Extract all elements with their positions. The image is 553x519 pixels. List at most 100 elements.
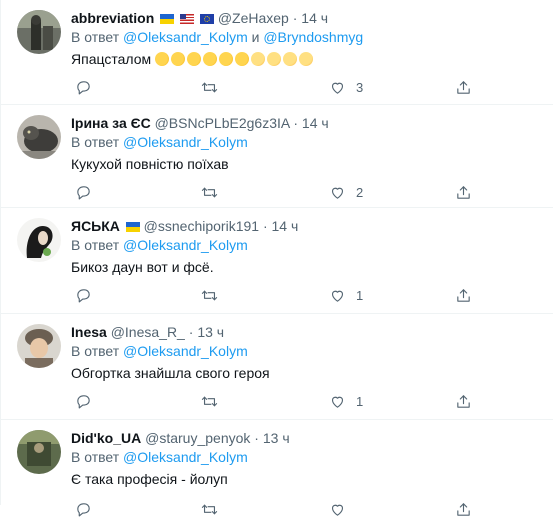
share-button[interactable]	[455, 391, 472, 411]
share-icon	[457, 288, 470, 302]
reply-prefix: В ответ	[71, 237, 120, 253]
like-count: 3	[356, 79, 364, 95]
heart-icon	[331, 290, 344, 302]
share-button[interactable]	[455, 182, 472, 202]
tweet-actions	[71, 493, 541, 516]
tweet[interactable]: abbreviation @ZeHaxep · 14 ч В ответ @Ol…	[1, 0, 553, 105]
avatar[interactable]	[17, 10, 61, 54]
replies-feed: abbreviation @ZeHaxep · 14 ч В ответ @Ol…	[0, 0, 553, 516]
user-handle[interactable]: @BSNcPLbE2g6z3IA	[155, 115, 290, 131]
user-handle[interactable]: @staruy_penyok	[145, 430, 250, 446]
reply-button[interactable]	[75, 182, 92, 202]
timestamp[interactable]: 14 ч	[301, 10, 328, 26]
user-handle[interactable]: @Inesa_R_	[111, 324, 185, 340]
tweet-actions: 3	[71, 73, 541, 107]
avatar[interactable]	[17, 218, 61, 262]
tweet-actions: 2	[71, 178, 541, 212]
reply-context: В ответ @Oleksandr_Kolym	[71, 342, 541, 360]
like-count: 1	[356, 393, 364, 409]
display-name[interactable]: ЯСЬКА	[71, 218, 120, 234]
avatar[interactable]	[17, 324, 61, 368]
grinning-sweat-emoji-icon	[267, 52, 282, 66]
grinning-sweat-emoji-icon	[251, 52, 266, 66]
timestamp[interactable]: 13 ч	[263, 430, 290, 446]
share-icon	[457, 80, 470, 94]
retweet-icon	[201, 396, 218, 406]
like-button[interactable]: 1	[329, 285, 363, 305]
avatar[interactable]	[17, 115, 61, 159]
reply-icon	[77, 502, 90, 516]
mention-link[interactable]: @Oleksandr_Kolym	[123, 449, 248, 465]
reply-prefix: В ответ	[71, 449, 120, 465]
share-button[interactable]	[455, 499, 472, 519]
reply-prefix: В ответ	[71, 343, 120, 359]
reply-icon	[77, 394, 90, 408]
ukraine-flag-icon	[125, 222, 140, 232]
reply-button[interactable]	[75, 391, 92, 411]
grinning-sweat-emoji-icon	[283, 52, 298, 66]
reply-button[interactable]	[75, 77, 92, 97]
retweet-button[interactable]	[201, 391, 228, 411]
user-handle[interactable]: @ZeHaxep	[218, 10, 289, 26]
usa-flag-icon	[180, 14, 195, 24]
like-button[interactable]	[329, 499, 356, 519]
rolling-laughing-emoji-icon	[152, 49, 172, 69]
heart-icon	[331, 504, 344, 516]
like-count: 2	[356, 184, 364, 200]
like-button[interactable]: 3	[329, 77, 363, 97]
reply-icon	[77, 80, 90, 94]
rolling-laughing-emoji-icon	[184, 49, 204, 69]
retweet-icon	[201, 82, 218, 92]
mention-link[interactable]: @Oleksandr_Kolym	[123, 134, 248, 150]
retweet-button[interactable]	[201, 499, 228, 519]
user-handle[interactable]: @ssnechiporik191	[144, 218, 259, 234]
tweet[interactable]: ЯСЬКА @ssnechiporik191 · 14 ч В ответ @O…	[1, 208, 553, 314]
separator-dot: ·	[293, 115, 299, 131]
share-button[interactable]	[455, 77, 472, 97]
display-name[interactable]: Inesa	[71, 324, 107, 340]
like-button[interactable]: 1	[329, 391, 363, 411]
retweet-icon	[201, 187, 218, 197]
retweet-button[interactable]	[201, 285, 228, 305]
rolling-laughing-emoji-icon	[200, 49, 220, 69]
reply-icon	[77, 185, 90, 199]
heart-icon	[331, 82, 344, 94]
separator-dot: ·	[254, 430, 259, 446]
eu-flag-icon	[199, 14, 214, 24]
reply-button[interactable]	[75, 285, 92, 305]
retweet-button[interactable]	[201, 182, 228, 202]
ukraine-flag-icon	[160, 14, 175, 24]
share-icon	[457, 185, 470, 199]
reply-context: В ответ @Oleksandr_Kolym	[71, 448, 541, 466]
tweet[interactable]: Ірина за ЄС @BSNcPLbE2g6z3IA · 14 ч В от…	[1, 105, 553, 208]
reply-button[interactable]	[75, 499, 92, 519]
mention-link[interactable]: @Oleksandr_Kolym	[123, 29, 248, 45]
retweet-button[interactable]	[201, 77, 228, 97]
mention-link[interactable]: @Oleksandr_Kolym	[123, 237, 248, 253]
separator-dot: ·	[292, 10, 298, 26]
avatar[interactable]	[17, 430, 61, 474]
grinning-sweat-emoji-icon	[299, 52, 314, 66]
share-button[interactable]	[455, 285, 472, 305]
display-name[interactable]: abbreviation	[71, 10, 154, 26]
rolling-laughing-emoji-icon	[232, 49, 252, 69]
separator-dot: ·	[262, 218, 268, 234]
retweet-icon	[201, 504, 218, 514]
timestamp[interactable]: 13 ч	[197, 324, 224, 340]
separator-dot: ·	[188, 324, 194, 340]
timestamp[interactable]: 14 ч	[302, 115, 329, 131]
display-name[interactable]: Did'ko_UA	[71, 430, 141, 446]
timestamp[interactable]: 14 ч	[272, 218, 299, 234]
tweet-text: Обгортка знайшла свого героя	[71, 365, 270, 381]
mention-link[interactable]: @Bryndoshmyg	[263, 29, 363, 45]
tweet[interactable]: Did'ko_UA @staruy_penyok · 13 ч В ответ …	[1, 420, 553, 516]
reply-context: В ответ @Oleksandr_Kolym	[71, 236, 541, 254]
mention-link[interactable]: @Oleksandr_Kolym	[123, 343, 248, 359]
tweet[interactable]: Inesa @Inesa_R_ · 13 ч В ответ @Oleksand…	[1, 314, 553, 420]
display-name[interactable]: Ірина за ЄС	[71, 115, 151, 131]
reply-context: В ответ @Oleksandr_Kolym и @Bryndoshmyg	[71, 28, 541, 46]
like-button[interactable]: 2	[329, 182, 363, 202]
tweet-actions: 1	[71, 387, 541, 421]
tweet-text: Є така професія - йолуп	[71, 471, 228, 487]
tweet-actions: 1	[71, 281, 541, 315]
